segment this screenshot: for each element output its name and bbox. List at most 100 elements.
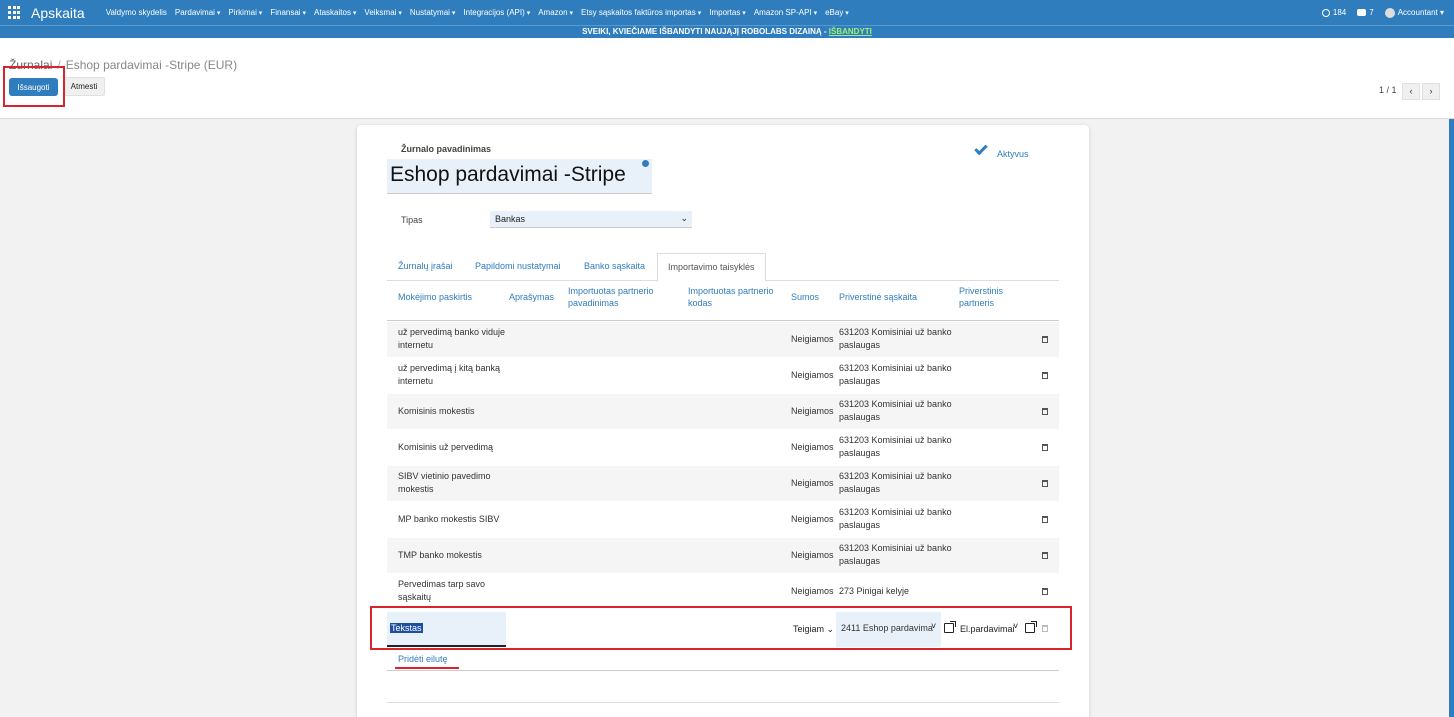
breadcrumb-parent[interactable]: Žurnalai — [9, 58, 52, 72]
tab-bank-account[interactable]: Banko sąskaita — [584, 258, 645, 271]
breadcrumb-separator: / — [57, 58, 61, 72]
col-imported-partner-code-line2: kodas — [688, 298, 713, 308]
trash-icon[interactable] — [1042, 444, 1048, 451]
pager-prev-button[interactable]: ‹ — [1402, 83, 1420, 100]
control-panel: Žurnalai / Eshop pardavimai -Stripe (EUR) … — [0, 38, 1454, 119]
discard-button[interactable]: Atmesti — [63, 77, 105, 96]
cell-purpose: Komisinis už pervedimą — [398, 441, 493, 454]
journal-name-input[interactable]: Eshop pardavimai -Stripe — [387, 159, 652, 194]
trash-icon[interactable] — [1042, 588, 1048, 595]
menu-item-settings[interactable]: Nustatymai — [410, 8, 455, 17]
table-row[interactable]: TMP banko mokestis Neigiamos 631203 Komi… — [387, 538, 1059, 574]
translate-globe-icon[interactable] — [642, 160, 649, 167]
menu-item-actions[interactable]: Veiksmai — [364, 8, 401, 17]
col-amounts[interactable]: Sumos — [791, 291, 819, 303]
brand-name[interactable]: Apskaita — [31, 5, 85, 21]
trash-icon[interactable] — [1042, 625, 1048, 632]
cell-account-line1: 631203 Komisiniai už banko — [839, 363, 952, 373]
cell-account-line1: 631203 Komisiniai už banko — [839, 399, 952, 409]
tab-additional-settings[interactable]: Papildomi nustatymai — [475, 258, 561, 271]
cell-account: 631203 Komisiniai už banko paslaugas — [839, 326, 952, 352]
col-forced-partner[interactable]: Priverstinis partneris — [959, 285, 1003, 309]
new-design-banner: SVEIKI, KVIEČIAME IŠBANDYTI NAUJĄJĮ ROBO… — [0, 25, 1454, 38]
trash-icon[interactable] — [1042, 336, 1048, 343]
activity-icon — [1321, 8, 1330, 17]
cell-amount: Neigiamos — [791, 442, 834, 452]
cell-account: 631203 Komisiniai už banko paslaugas — [839, 506, 952, 532]
menu-item-amazon-sp-api[interactable]: Amazon SP-API — [754, 8, 817, 17]
cell-amount: Neigiamos — [791, 514, 834, 524]
forced-partner-input[interactable]: El.pardavimai — [960, 624, 1015, 634]
menu-item-import[interactable]: Importas — [709, 8, 746, 17]
checkmark-icon[interactable] — [974, 141, 988, 156]
trash-icon[interactable] — [1042, 552, 1048, 559]
forced-account-caret-icon[interactable]: ˅ — [931, 621, 936, 631]
save-button[interactable]: Išsaugoti — [9, 78, 58, 96]
cell-account-line1: 631203 Komisiniai už banko — [839, 327, 952, 337]
menu-item-reports[interactable]: Ataskaitos — [314, 8, 356, 17]
menu-item-purchases[interactable]: Pirkimai — [228, 8, 262, 17]
forced-account-value: 2411 Eshop pardavima — [841, 623, 933, 633]
main-menu: Valdymo skydelis Pardavimai Pirkimai Fin… — [106, 8, 857, 17]
cell-purpose: už pervedimą banko viduje internetu — [398, 326, 505, 352]
apps-grid-icon[interactable] — [8, 5, 22, 20]
table-row[interactable]: SIBV vietinio pavedimo mokestis Neigiamos… — [387, 466, 1059, 502]
cell-account-line2: paslaugas — [839, 376, 881, 386]
external-link-icon[interactable] — [944, 621, 956, 633]
table-row[interactable]: Komisinis už pervedimą Neigiamos 631203 … — [387, 430, 1059, 466]
col-payment-purpose[interactable]: Mokėjimo paskirtis — [398, 291, 472, 303]
trash-icon[interactable] — [1042, 516, 1048, 523]
table-row[interactable]: Komisinis mokestis Neigiamos 631203 Komi… — [387, 394, 1059, 430]
messages-button[interactable]: 7 — [1357, 8, 1374, 17]
menu-item-sales[interactable]: Pardavimai — [175, 8, 220, 17]
menu-item-etsy-import[interactable]: Etsy sąskaitos faktūros importas — [581, 8, 701, 17]
menu-item-ebay[interactable]: eBay — [825, 8, 849, 17]
cell-account-line2: paslaugas — [839, 448, 881, 458]
cell-amount: Neigiamos — [791, 406, 834, 416]
external-link-icon[interactable] — [1025, 621, 1037, 633]
editable-rule-row: Tekstas Teigiam ⌄ 2411 Eshop pardavima ˅… — [387, 611, 1059, 649]
forced-account-input[interactable]: 2411 Eshop pardavima — [836, 612, 941, 647]
menu-item-integrations[interactable]: Integracijos (API) — [463, 8, 530, 17]
cell-purpose-line1: Komisinis už pervedimą — [398, 442, 494, 452]
cell-account-line1: 631203 Komisiniai už banko — [839, 471, 952, 481]
tab-journal-entries[interactable]: Žurnalų įrašai — [398, 258, 453, 271]
trash-icon[interactable] — [1042, 408, 1048, 415]
col-description[interactable]: Aprašymas — [509, 291, 554, 303]
tab-import-rules[interactable]: Importavimo taisyklės — [657, 253, 766, 282]
cell-purpose: TMP banko mokestis — [398, 549, 482, 562]
type-select[interactable]: Bankas ⌄ — [490, 211, 692, 228]
table-row[interactable]: už pervedimą į kitą banką internetu Neigi… — [387, 358, 1059, 394]
menu-item-dashboard[interactable]: Valdymo skydelis — [106, 8, 167, 17]
table-row[interactable]: Pervedimas tarp savo sąskaitų Neigiamos 2… — [387, 574, 1059, 610]
user-menu[interactable]: Accountant ▾ — [1384, 7, 1444, 18]
payment-purpose-input[interactable]: Tekstas — [387, 612, 506, 647]
amount-type-select[interactable]: Teigiam ⌄ — [793, 624, 834, 635]
menu-item-finance[interactable]: Finansai — [270, 8, 306, 17]
col-imported-partner-name[interactable]: Importuotas partnerio pavadinimas — [568, 285, 654, 309]
activity-button[interactable]: 184 — [1321, 8, 1346, 17]
col-forced-account[interactable]: Priverstinė sąskaita — [839, 291, 917, 303]
col-forced-partner-line1: Priverstinis — [959, 286, 1004, 296]
cell-purpose-line2: sąskaitų — [398, 592, 432, 602]
cell-account: 631203 Komisiniai už banko paslaugas — [839, 362, 952, 388]
table-row[interactable]: MP banko mokestis SIBV Neigiamos 631203 … — [387, 502, 1059, 538]
banner-try-link[interactable]: IŠBANDYTI — [829, 27, 872, 36]
add-line-link[interactable]: Pridėti eilutę — [398, 654, 448, 664]
col-imported-partner-code[interactable]: Importuotas partnerio kodas — [688, 285, 774, 309]
cell-account-line2: paslaugas — [839, 520, 881, 530]
active-toggle-label[interactable]: Aktyvus — [997, 149, 1029, 159]
scrollbar[interactable] — [1449, 119, 1454, 717]
trash-icon[interactable] — [1042, 372, 1048, 379]
col-imported-partner-code-line1: Importuotas partnerio — [688, 286, 774, 296]
cell-account: 273 Pinigai kelyje — [839, 585, 909, 598]
cell-purpose-line1: Pervedimas tarp savo — [398, 579, 486, 589]
table-row[interactable]: už pervedimą banko viduje internetu Neigi… — [387, 322, 1059, 358]
trash-icon[interactable] — [1042, 480, 1048, 487]
pager-next-button[interactable]: › — [1422, 83, 1440, 100]
forced-partner-caret-icon[interactable]: ˅ — [1013, 621, 1018, 631]
table-header: Mokėjimo paskirtis Aprašymas Importuotas… — [387, 283, 1059, 321]
menu-item-amazon[interactable]: Amazon — [538, 8, 573, 17]
cell-account: 631203 Komisiniai už banko paslaugas — [839, 470, 952, 496]
col-imported-partner-name-line1: Importuotas partnerio — [568, 286, 654, 296]
